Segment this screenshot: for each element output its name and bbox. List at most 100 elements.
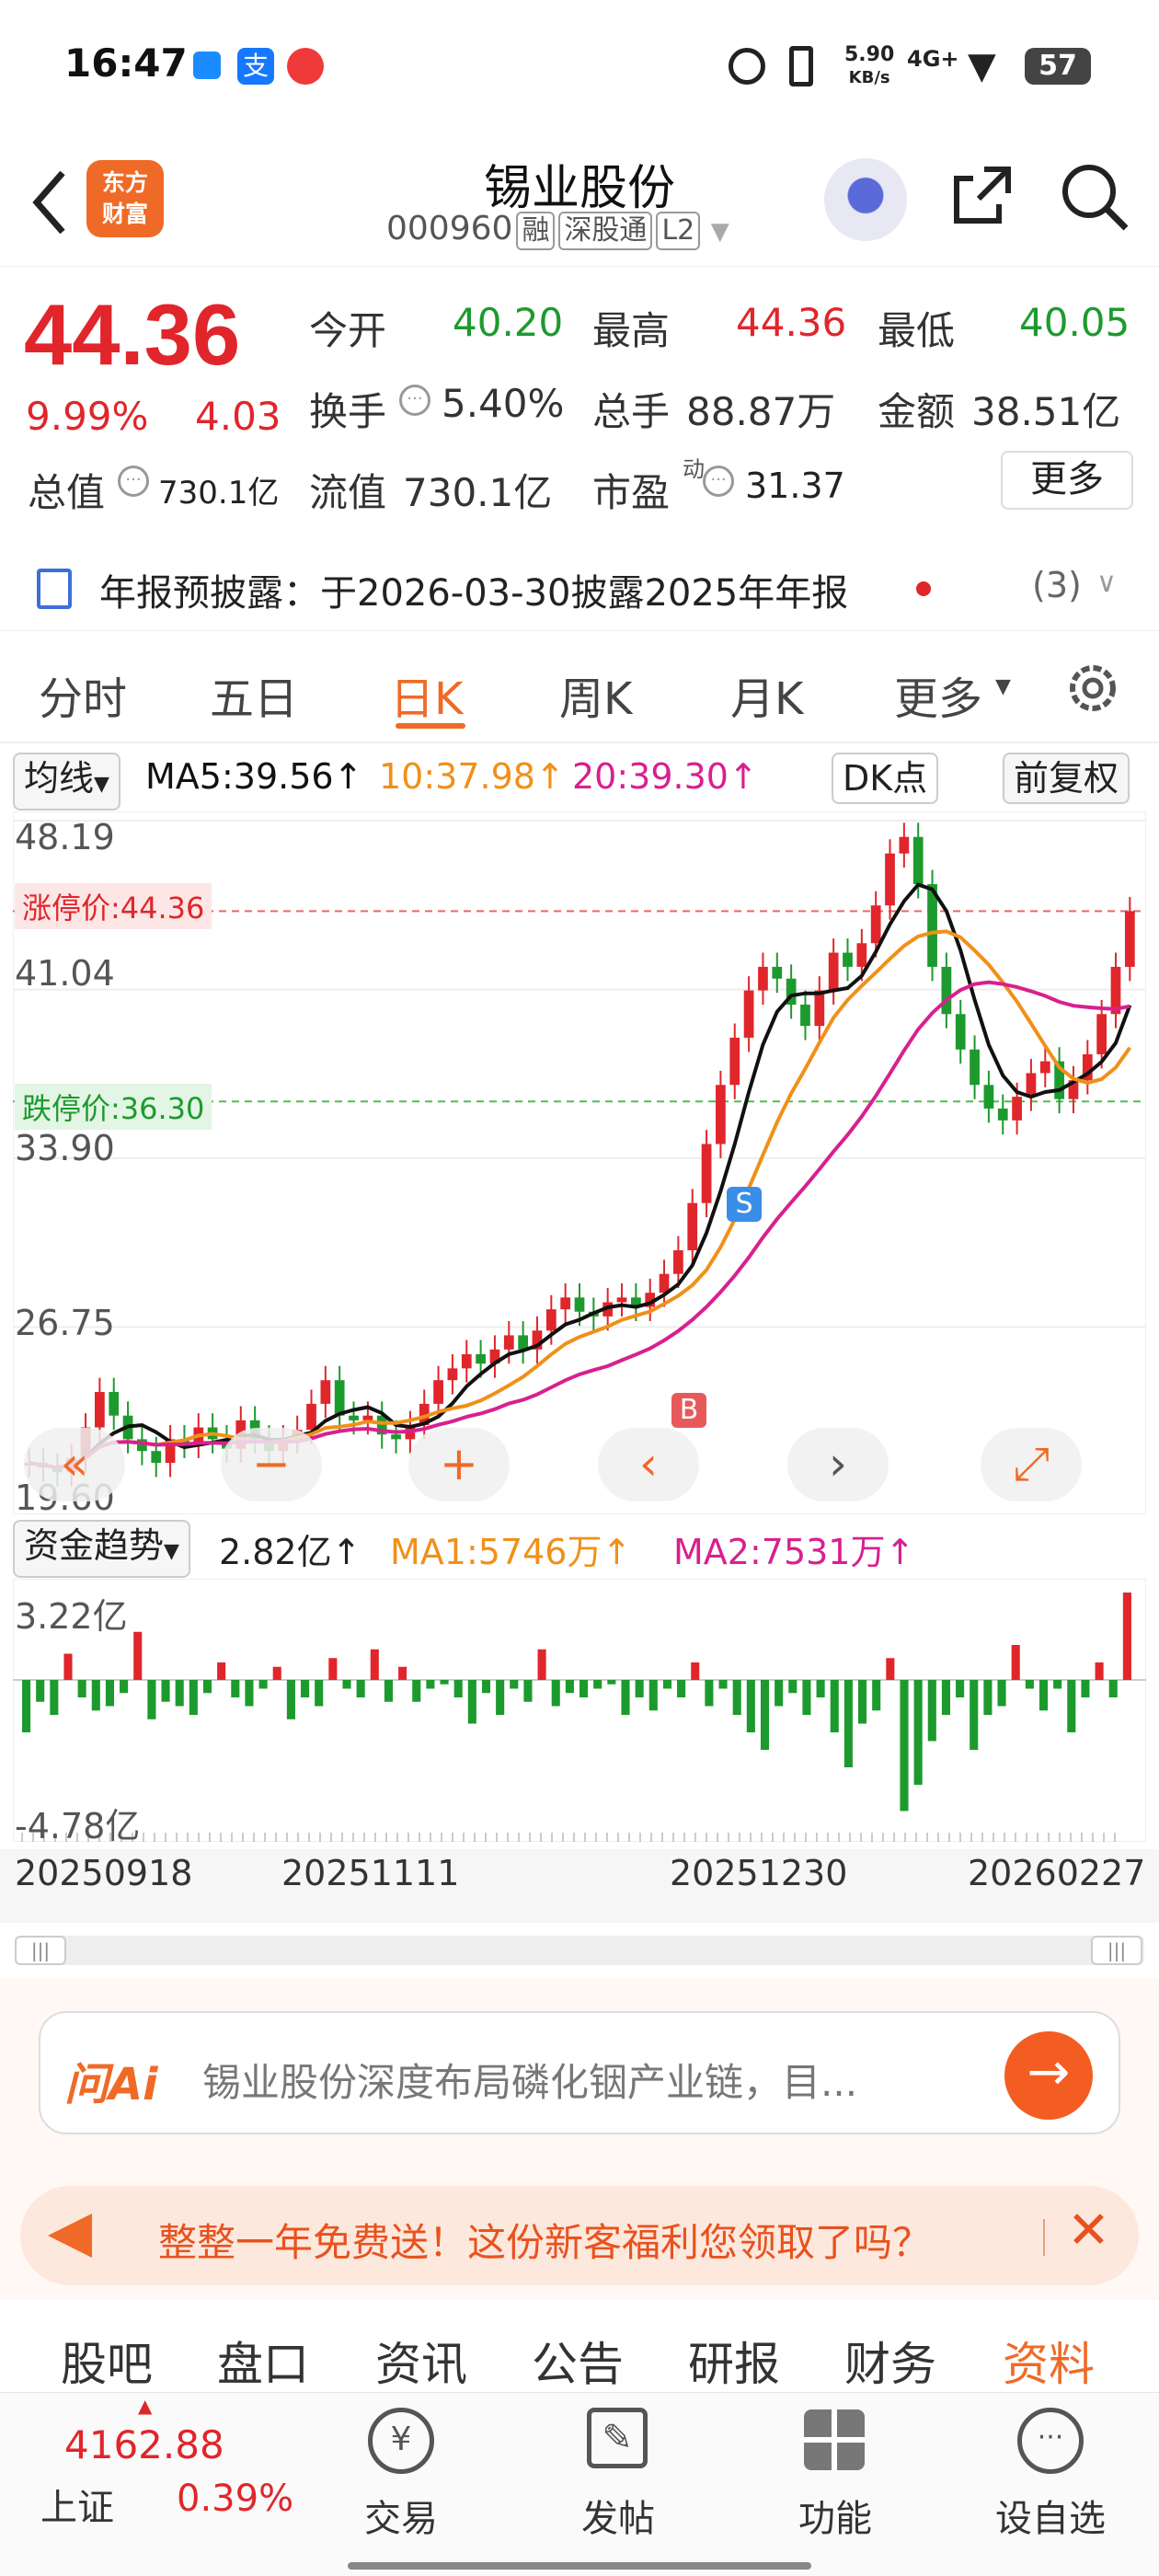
- chevron-down-icon: ∨: [1096, 567, 1117, 599]
- pe-label: 市盈: [592, 470, 671, 515]
- sell-marker[interactable]: S: [727, 1187, 762, 1222]
- tab-intraday[interactable]: 分时: [39, 662, 127, 727]
- date-label: 20260227: [968, 1853, 1146, 1893]
- nav-post[interactable]: 发帖: [563, 2489, 673, 2542]
- fund-bar: [189, 1680, 198, 1715]
- notice-bar[interactable]: 年报预披露：于2026-03-30披露2025年年报 (3) ∨: [0, 543, 1159, 631]
- candle-body: [362, 1415, 373, 1420]
- ma5-value: MA5:39.56↑: [145, 756, 363, 797]
- fund-bar: [872, 1680, 881, 1711]
- promo-banner[interactable]: 整整一年免费送！这份新客福利您领取了吗？ ✕: [20, 2186, 1139, 2285]
- candle-body: [545, 1309, 557, 1331]
- tab-five-day[interactable]: 五日: [210, 662, 298, 727]
- range-handle-left[interactable]: |||: [15, 1936, 66, 1965]
- more-button[interactable]: 更多: [1001, 451, 1133, 510]
- current-price: 44.36: [24, 286, 241, 383]
- fund-bar: [453, 1680, 463, 1697]
- fund-bar: [927, 1680, 936, 1742]
- fund-bar: [342, 1680, 351, 1689]
- fund-bar: [36, 1680, 45, 1702]
- tab-profile[interactable]: 资料: [1003, 2328, 1095, 2394]
- search-icon[interactable]: [1058, 160, 1131, 234]
- tab-announcements[interactable]: 公告: [532, 2328, 624, 2394]
- range-scrollbar[interactable]: ||| |||: [15, 1936, 1144, 1965]
- settings-icon[interactable]: [1063, 659, 1122, 718]
- info-icon[interactable]: ···: [118, 466, 149, 497]
- tab-weekly-k[interactable]: 周K: [559, 662, 632, 727]
- fund-bar: [607, 1680, 616, 1685]
- nav-add-watchlist[interactable]: 设自选: [986, 2489, 1115, 2542]
- range-handle-right[interactable]: |||: [1091, 1936, 1142, 1965]
- candle-body: [476, 1353, 486, 1364]
- high-label: 最高: [592, 308, 671, 353]
- candle-body: [151, 1451, 162, 1464]
- alipay-icon: 支: [237, 48, 274, 85]
- tab-daily-k[interactable]: 日K: [390, 662, 463, 727]
- zoom-out-button[interactable]: −: [221, 1428, 322, 1501]
- fund-bar: [1053, 1680, 1062, 1689]
- connect-tag: 深股通: [558, 212, 653, 250]
- tab-forum[interactable]: 股吧: [61, 2328, 153, 2394]
- candle-body: [941, 966, 952, 1015]
- tab-research[interactable]: 研报: [688, 2328, 780, 2394]
- alarm-icon: [729, 48, 765, 85]
- megaphone-icon: [48, 2214, 92, 2258]
- fund-bar: [315, 1680, 324, 1707]
- fund-bar: [593, 1680, 602, 1689]
- chevron-down-icon[interactable]: ▼: [711, 218, 729, 246]
- fund-bar: [412, 1680, 421, 1702]
- nav-trade[interactable]: 交易: [346, 2489, 456, 2542]
- index-name: 上证: [40, 2487, 114, 2529]
- fund-bar: [565, 1680, 574, 1694]
- adjust-button[interactable]: 前复权: [1003, 753, 1130, 804]
- candle-body: [334, 1380, 345, 1416]
- open-value: 40.20: [453, 300, 564, 345]
- fund-bar: [175, 1680, 184, 1707]
- fund-bar: [22, 1680, 31, 1732]
- candle-body: [843, 952, 853, 967]
- fund-type-select[interactable]: 资金趋势▼: [13, 1520, 190, 1578]
- robot-assistant-icon[interactable]: [824, 158, 907, 241]
- tab-finance[interactable]: 财务: [844, 2328, 936, 2394]
- index-value: 4162.88: [64, 2422, 224, 2467]
- candle-body: [983, 1085, 994, 1109]
- scroll-left-button[interactable]: ‹: [598, 1428, 699, 1501]
- bottom-nav: ▲ 4162.88 上证 0.39% ¥ 交易 ✎ 发帖 功能 ··· 设自选: [0, 2392, 1159, 2576]
- fund-bar: [537, 1649, 546, 1680]
- document-icon: [37, 569, 72, 609]
- share-icon[interactable]: [947, 160, 1017, 230]
- scroll-right-button[interactable]: ›: [787, 1428, 889, 1501]
- ai-question-box[interactable]: 问Ai 锡业股份深度布局磷化铟产业链，目... →: [39, 2011, 1120, 2134]
- tab-orderbook[interactable]: 盘口: [217, 2328, 309, 2394]
- candle-body: [461, 1353, 472, 1369]
- candle-body: [574, 1297, 585, 1312]
- ai-send-button[interactable]: →: [1004, 2031, 1093, 2120]
- amount-label: 金额: [878, 389, 956, 434]
- fund-bar: [398, 1666, 407, 1680]
- fund-bar: [467, 1680, 476, 1724]
- buy-marker[interactable]: B: [671, 1393, 706, 1428]
- fund-chart[interactable]: [13, 1579, 1146, 1842]
- dk-point-button[interactable]: DK点: [832, 753, 939, 804]
- close-icon[interactable]: ✕: [1067, 2201, 1110, 2260]
- tab-monthly-k[interactable]: 月K: [730, 662, 803, 727]
- fund-bar: [983, 1680, 993, 1715]
- fund-bar: [426, 1680, 435, 1689]
- period-tabs: 分时 五日 日K 周K 月K 更多 ▼: [0, 633, 1159, 743]
- fullscreen-button[interactable]: ⤢: [981, 1428, 1082, 1501]
- change-pct: 9.99%: [26, 394, 149, 439]
- scroll-left-fast-button[interactable]: «: [24, 1428, 125, 1501]
- fund-bar: [328, 1658, 338, 1680]
- info-icon[interactable]: ···: [399, 385, 430, 416]
- fund-bar: [356, 1680, 365, 1697]
- turnover-label: 换手: [309, 389, 387, 434]
- tab-news[interactable]: 资讯: [375, 2328, 467, 2394]
- fund-bar: [621, 1680, 630, 1715]
- ma-type-select[interactable]: 均线▼: [13, 753, 120, 811]
- candle-body: [687, 1202, 698, 1250]
- date-label: 20251111: [281, 1853, 460, 1893]
- tab-more[interactable]: 更多: [894, 662, 982, 727]
- nav-function[interactable]: 功能: [780, 2489, 890, 2542]
- info-icon[interactable]: ···: [703, 466, 734, 497]
- zoom-in-button[interactable]: +: [408, 1428, 510, 1501]
